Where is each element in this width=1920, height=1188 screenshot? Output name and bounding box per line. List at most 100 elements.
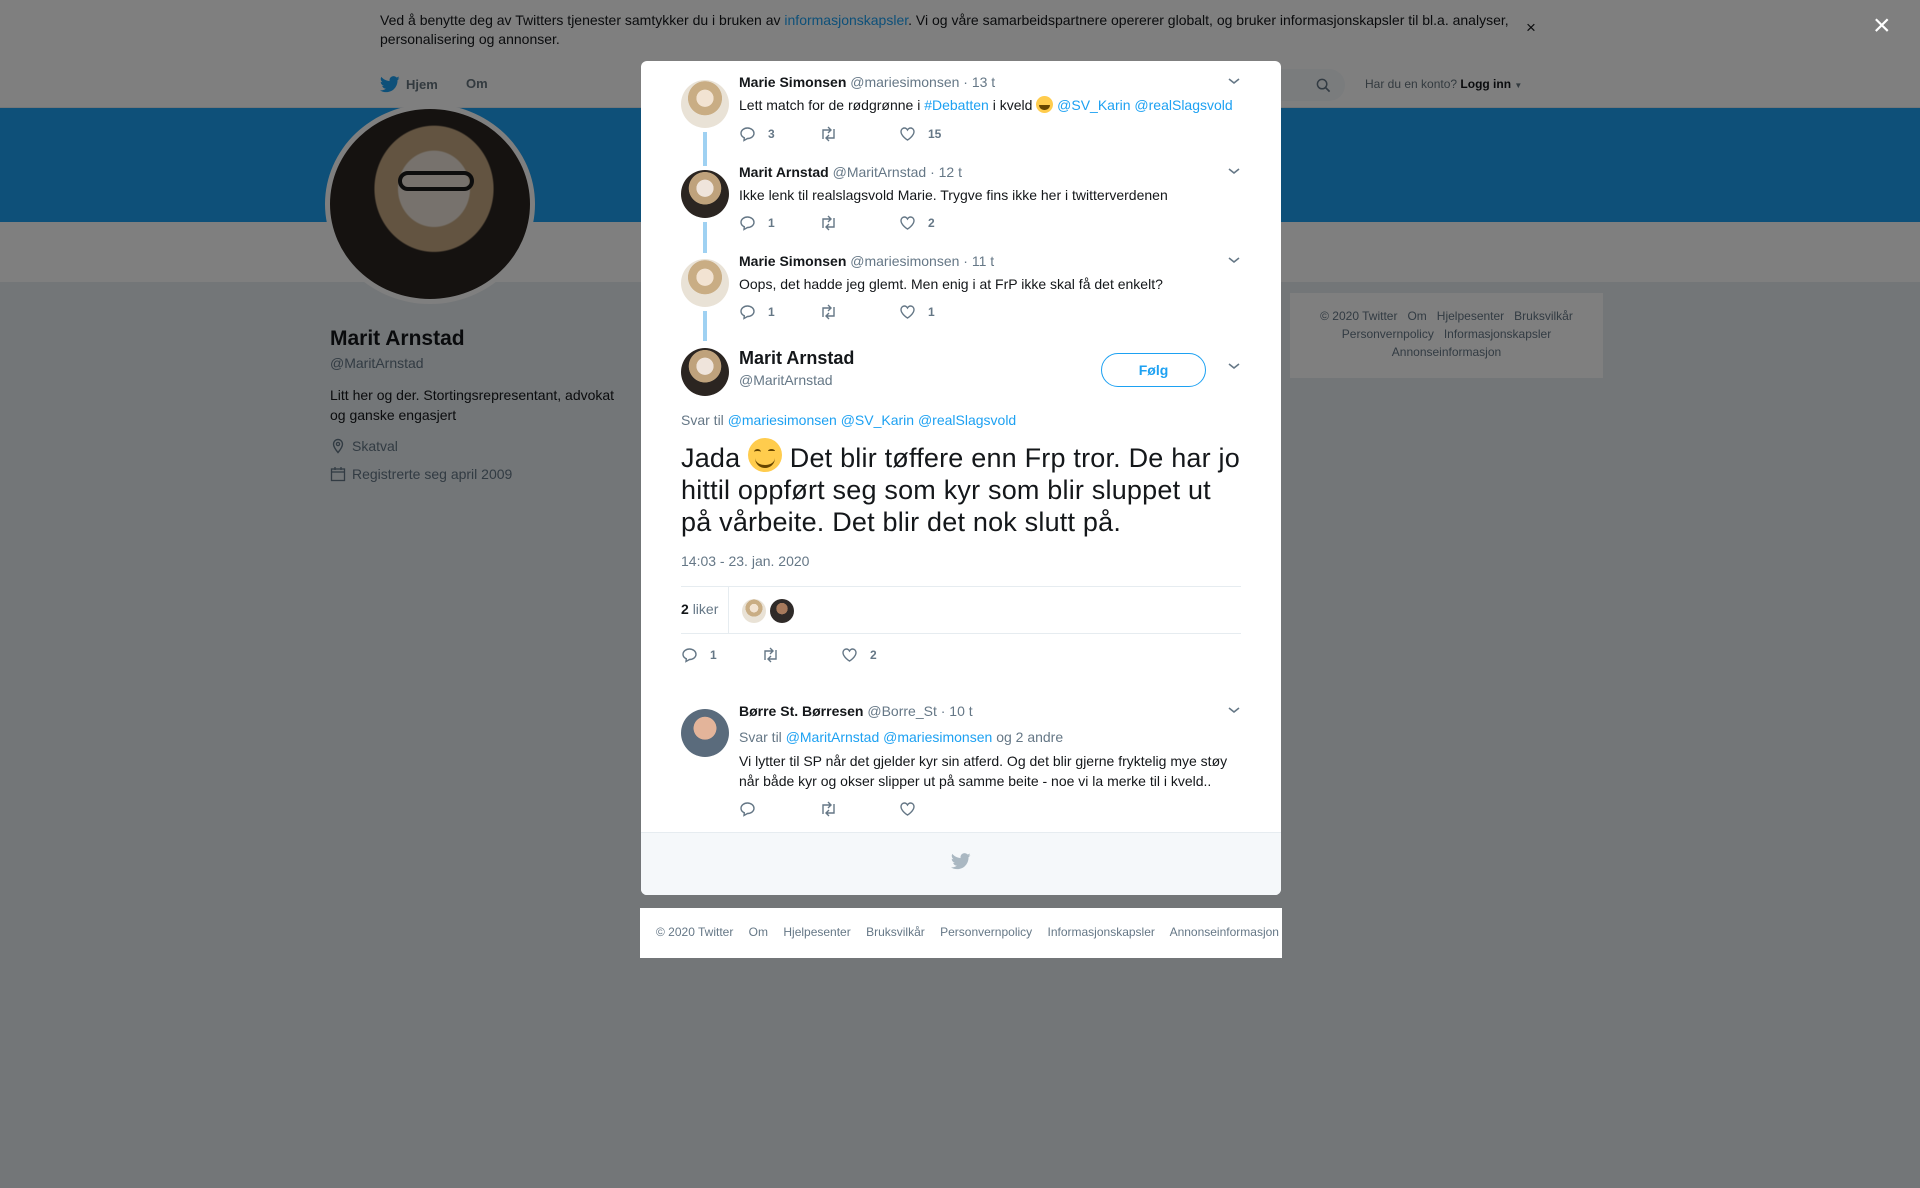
- heart-icon: [900, 305, 915, 319]
- chevron-down-icon[interactable]: [1227, 76, 1241, 86]
- liker-avatar[interactable]: [742, 599, 766, 623]
- retweet-button[interactable]: [761, 647, 792, 663]
- tweet-actions: 1 1: [739, 304, 1039, 324]
- footer-link-terms[interactable]: Bruksvilkår: [866, 925, 925, 939]
- thread-connector: [703, 222, 707, 253]
- divider: [728, 587, 729, 633]
- author-name[interactable]: Marit Arnstad: [739, 164, 829, 180]
- reply-icon: [740, 802, 755, 817]
- retweet-button[interactable]: [819, 801, 850, 817]
- footer-copyright: © 2020 Twitter: [656, 925, 734, 939]
- close-overlay-button[interactable]: ×: [1873, 11, 1891, 41]
- retweet-icon: [764, 647, 777, 663]
- author-handle[interactable]: @MaritArnstad: [833, 164, 927, 180]
- tweet-header: Marit Arnstad @MaritArnstad · 12 t: [739, 164, 962, 180]
- page-footer: © 2020 Twitter Om Hjelpesenter Bruksvilk…: [640, 908, 1282, 958]
- avatar[interactable]: [681, 348, 729, 396]
- footer-link-about[interactable]: Om: [749, 925, 768, 939]
- main-tweet-text: Jada Det blir tøffere enn Frp tror. De h…: [681, 438, 1241, 538]
- tweet-modal: Marie Simonsen @mariesimonsen · 13 t Let…: [641, 61, 1281, 895]
- avatar[interactable]: [681, 80, 729, 128]
- tweet-text: Oops, det hadde jeg glemt. Men enig i at…: [739, 276, 1163, 292]
- reply-context: Svar til @MaritArnstad @mariesimonsen og…: [739, 729, 1064, 745]
- tweet-time[interactable]: · 12 t: [930, 164, 962, 180]
- tweet-header: Marie Simonsen @mariesimonsen · 11 t: [739, 253, 994, 269]
- retweet-icon: [822, 215, 835, 231]
- reply-icon: [740, 127, 755, 142]
- chevron-down-icon[interactable]: [1227, 166, 1241, 176]
- thread-tweet[interactable]: Marie Simonsen @mariesimonsen · 13 t Let…: [681, 74, 1241, 166]
- avatar[interactable]: [681, 259, 729, 307]
- mention-links[interactable]: @MaritArnstad @mariesimonsen: [786, 729, 993, 745]
- tweet-time[interactable]: · 13 t: [963, 74, 995, 90]
- avatar[interactable]: [681, 709, 729, 757]
- tweet-header: Børre St. Børresen @Borre_St · 10 t: [739, 703, 973, 719]
- tweet-actions: 3 15: [739, 126, 1039, 146]
- footer-link-help[interactable]: Hjelpesenter: [783, 925, 850, 939]
- thread-connector: [703, 311, 707, 341]
- twitter-bird-icon: [951, 853, 971, 870]
- chevron-down-icon[interactable]: [1227, 705, 1241, 715]
- footer-link-ads[interactable]: Annonseinformasjon: [1170, 925, 1279, 939]
- tweet-time[interactable]: · 10 t: [941, 703, 973, 719]
- mention-links[interactable]: @mariesimonsen @SV_Karin @realSlagsvold: [728, 412, 1017, 428]
- reply-icon: [740, 305, 755, 320]
- follow-button[interactable]: Følg: [1101, 353, 1206, 387]
- footer-link-privacy[interactable]: Personvernpolicy: [940, 925, 1032, 939]
- heart-icon: [900, 216, 915, 230]
- laughing-emoji-icon: [1036, 96, 1054, 113]
- tweet-text: Vi lytter til SP når det gjelder kyr sin…: [739, 753, 1228, 789]
- author-handle[interactable]: @Borre_St: [867, 703, 936, 719]
- author-name[interactable]: Marit Arnstad: [739, 348, 854, 369]
- author-handle[interactable]: @mariesimonsen: [850, 74, 959, 90]
- thread-tweet[interactable]: Marit Arnstad @MaritArnstad · 12 t Ikke …: [681, 164, 1241, 253]
- reply-button[interactable]: 3: [739, 126, 775, 142]
- reply-icon: [682, 648, 697, 663]
- heart-icon: [900, 127, 915, 141]
- liker-avatar[interactable]: [770, 599, 794, 623]
- author-name[interactable]: Børre St. Børresen: [739, 703, 863, 719]
- author-handle[interactable]: @MaritArnstad: [739, 372, 833, 388]
- thread-tweet[interactable]: Marie Simonsen @mariesimonsen · 11 t Oop…: [681, 253, 1241, 343]
- like-button[interactable]: 2: [899, 215, 935, 231]
- likes-count[interactable]: 2 liker: [681, 601, 718, 617]
- reply-button[interactable]: [739, 801, 768, 817]
- reply-context: Svar til @mariesimonsen @SV_Karin @realS…: [681, 412, 1017, 428]
- retweet-button[interactable]: [819, 215, 850, 231]
- main-tweet-actions: 1 2: [681, 647, 981, 667]
- like-button[interactable]: 1: [899, 304, 935, 320]
- retweet-button[interactable]: [819, 304, 850, 320]
- likes-summary: 2 liker: [681, 586, 1241, 634]
- heart-icon: [900, 802, 915, 816]
- modal-footer: [641, 832, 1281, 895]
- footer-link-cookies[interactable]: Informasjonskapsler: [1048, 925, 1155, 939]
- tweet-header: Marie Simonsen @mariesimonsen · 13 t: [739, 74, 995, 90]
- tweet-time[interactable]: · 11 t: [963, 253, 994, 269]
- hashtag-link[interactable]: #Debatten: [924, 97, 989, 113]
- author-handle[interactable]: @mariesimonsen: [850, 253, 959, 269]
- author-name[interactable]: Marie Simonsen: [739, 253, 846, 269]
- like-button[interactable]: [899, 801, 928, 817]
- mention-links[interactable]: @SV_Karin @realSlagsvold: [1057, 97, 1233, 113]
- chevron-down-icon[interactable]: [1227, 361, 1241, 371]
- smiling-emoji-icon: [748, 438, 783, 472]
- chevron-down-icon[interactable]: [1227, 255, 1241, 265]
- retweet-icon: [822, 126, 835, 142]
- like-button[interactable]: 2: [841, 647, 877, 663]
- tweet-actions: [739, 801, 1039, 821]
- author-name[interactable]: Marie Simonsen: [739, 74, 846, 90]
- tweet-text: Lett match for de rødgrønne i #Debatten …: [739, 96, 1233, 113]
- tweet-timestamp[interactable]: 14:03 - 23. jan. 2020: [681, 553, 809, 569]
- reply-button[interactable]: 1: [681, 647, 717, 663]
- retweet-icon: [822, 801, 835, 817]
- reply-tweet[interactable]: Børre St. Børresen @Borre_St · 10 t Svar…: [681, 703, 1241, 831]
- reply-icon: [740, 216, 755, 231]
- retweet-button[interactable]: [819, 126, 850, 142]
- tweet-text: Ikke lenk til realslagsvold Marie. Trygv…: [739, 187, 1168, 203]
- reply-button[interactable]: 1: [739, 304, 775, 320]
- thread-connector: [703, 132, 707, 166]
- reply-button[interactable]: 1: [739, 215, 775, 231]
- avatar[interactable]: [681, 170, 729, 218]
- like-button[interactable]: 15: [899, 126, 941, 142]
- heart-icon: [842, 648, 857, 662]
